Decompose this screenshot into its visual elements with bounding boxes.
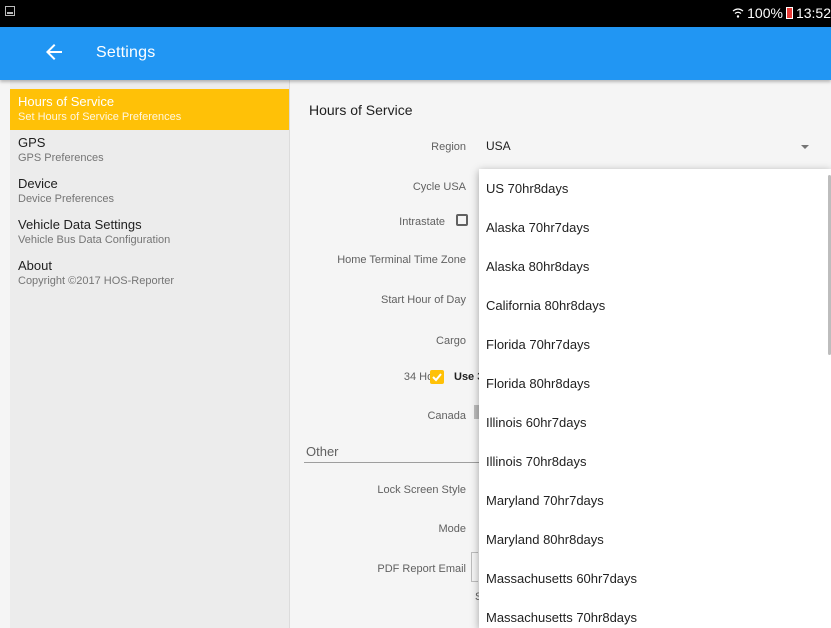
battery-icon — [785, 7, 793, 19]
app-bar: Settings — [0, 27, 831, 80]
sidebar-item-label: Device — [18, 176, 58, 191]
wifi-icon — [732, 8, 744, 18]
sidebar-item-label: About — [18, 258, 52, 273]
sidebar-item-sub: Device Preferences — [18, 193, 114, 205]
cycle-usa-dropdown[interactable]: US 70hr8days Alaska 70hr7days Alaska 80h… — [479, 169, 831, 628]
sidebar-item-sub: Vehicle Bus Data Configuration — [18, 234, 171, 246]
section-title: Hours of Service — [309, 102, 413, 118]
dropdown-option[interactable]: Maryland 80hr8days — [479, 520, 831, 559]
dropdown-option[interactable]: Alaska 80hr8days — [479, 247, 831, 286]
settings-sidebar: Hours of Service Set Hours of Service Pr… — [10, 80, 290, 628]
mode-label: Mode — [438, 523, 466, 535]
pdf-email-field[interactable] — [471, 552, 478, 582]
sidebar-item-label: Vehicle Data Settings — [18, 217, 142, 232]
sidebar-item-sub: GPS Preferences — [18, 152, 104, 164]
dropdown-option[interactable]: Florida 80hr8days — [479, 364, 831, 403]
sidebar-item-label: GPS — [18, 135, 46, 150]
region-label: Region — [431, 141, 466, 153]
dropdown-option[interactable]: US 70hr8days — [479, 169, 831, 208]
34-hour-checkbox[interactable] — [430, 370, 444, 384]
cycle-usa-label: Cycle USA — [412, 181, 466, 193]
home-terminal-label: Home Terminal Time Zone — [337, 254, 466, 266]
sidebar-item-label: Hours of Service — [18, 94, 115, 109]
notification-icon — [5, 6, 15, 16]
dropdown-option[interactable]: California 80hr8days — [479, 286, 831, 325]
cargo-label: Cargo — [436, 335, 466, 347]
dropdown-option[interactable]: Massachusetts 60hr7days — [479, 559, 831, 598]
battery-percent: 100% — [747, 5, 783, 21]
dropdown-option[interactable]: Illinois 60hr7days — [479, 403, 831, 442]
dropdown-option[interactable]: Massachusetts 70hr8days — [479, 598, 831, 628]
status-right: 100% 13:52 — [732, 5, 831, 21]
page-title: Settings — [96, 44, 156, 61]
dropdown-caret-icon[interactable] — [801, 145, 809, 149]
arrow-back-icon[interactable] — [42, 40, 66, 64]
canada-label: Canada — [427, 410, 466, 422]
pdf-report-email-label: PDF Report Email — [377, 563, 466, 575]
intrastate-label: Intrastate — [399, 216, 445, 228]
sidebar-item-device[interactable]: Device Device Preferences — [10, 171, 289, 212]
sidebar-item-sub: Set Hours of Service Preferences — [18, 111, 182, 123]
intrastate-checkbox[interactable] — [456, 214, 468, 226]
lock-screen-style-label: Lock Screen Style — [377, 484, 466, 496]
dropdown-option[interactable]: Maryland 70hr7days — [479, 481, 831, 520]
clock: 13:52 — [795, 5, 831, 21]
region-select-value[interactable]: USA — [486, 139, 511, 153]
dropdown-option[interactable]: Florida 70hr7days — [479, 325, 831, 364]
dropdown-option[interactable]: Illinois 70hr8days — [479, 442, 831, 481]
other-section-title: Other — [306, 444, 339, 459]
start-hour-label: Start Hour of Day — [381, 294, 466, 306]
sidebar-item-gps[interactable]: GPS GPS Preferences — [10, 130, 289, 171]
sidebar-item-vehicle-data-settings[interactable]: Vehicle Data Settings Vehicle Bus Data C… — [10, 212, 289, 253]
dropdown-option[interactable]: Alaska 70hr7days — [479, 208, 831, 247]
check-icon — [432, 373, 442, 382]
sidebar-item-hours-of-service[interactable]: Hours of Service Set Hours of Service Pr… — [10, 89, 289, 130]
status-bar: 100% 13:52 — [0, 0, 831, 27]
sidebar-item-about[interactable]: About Copyright ©2017 HOS-Reporter — [10, 253, 289, 294]
sidebar-item-sub: Copyright ©2017 HOS-Reporter — [18, 275, 175, 287]
